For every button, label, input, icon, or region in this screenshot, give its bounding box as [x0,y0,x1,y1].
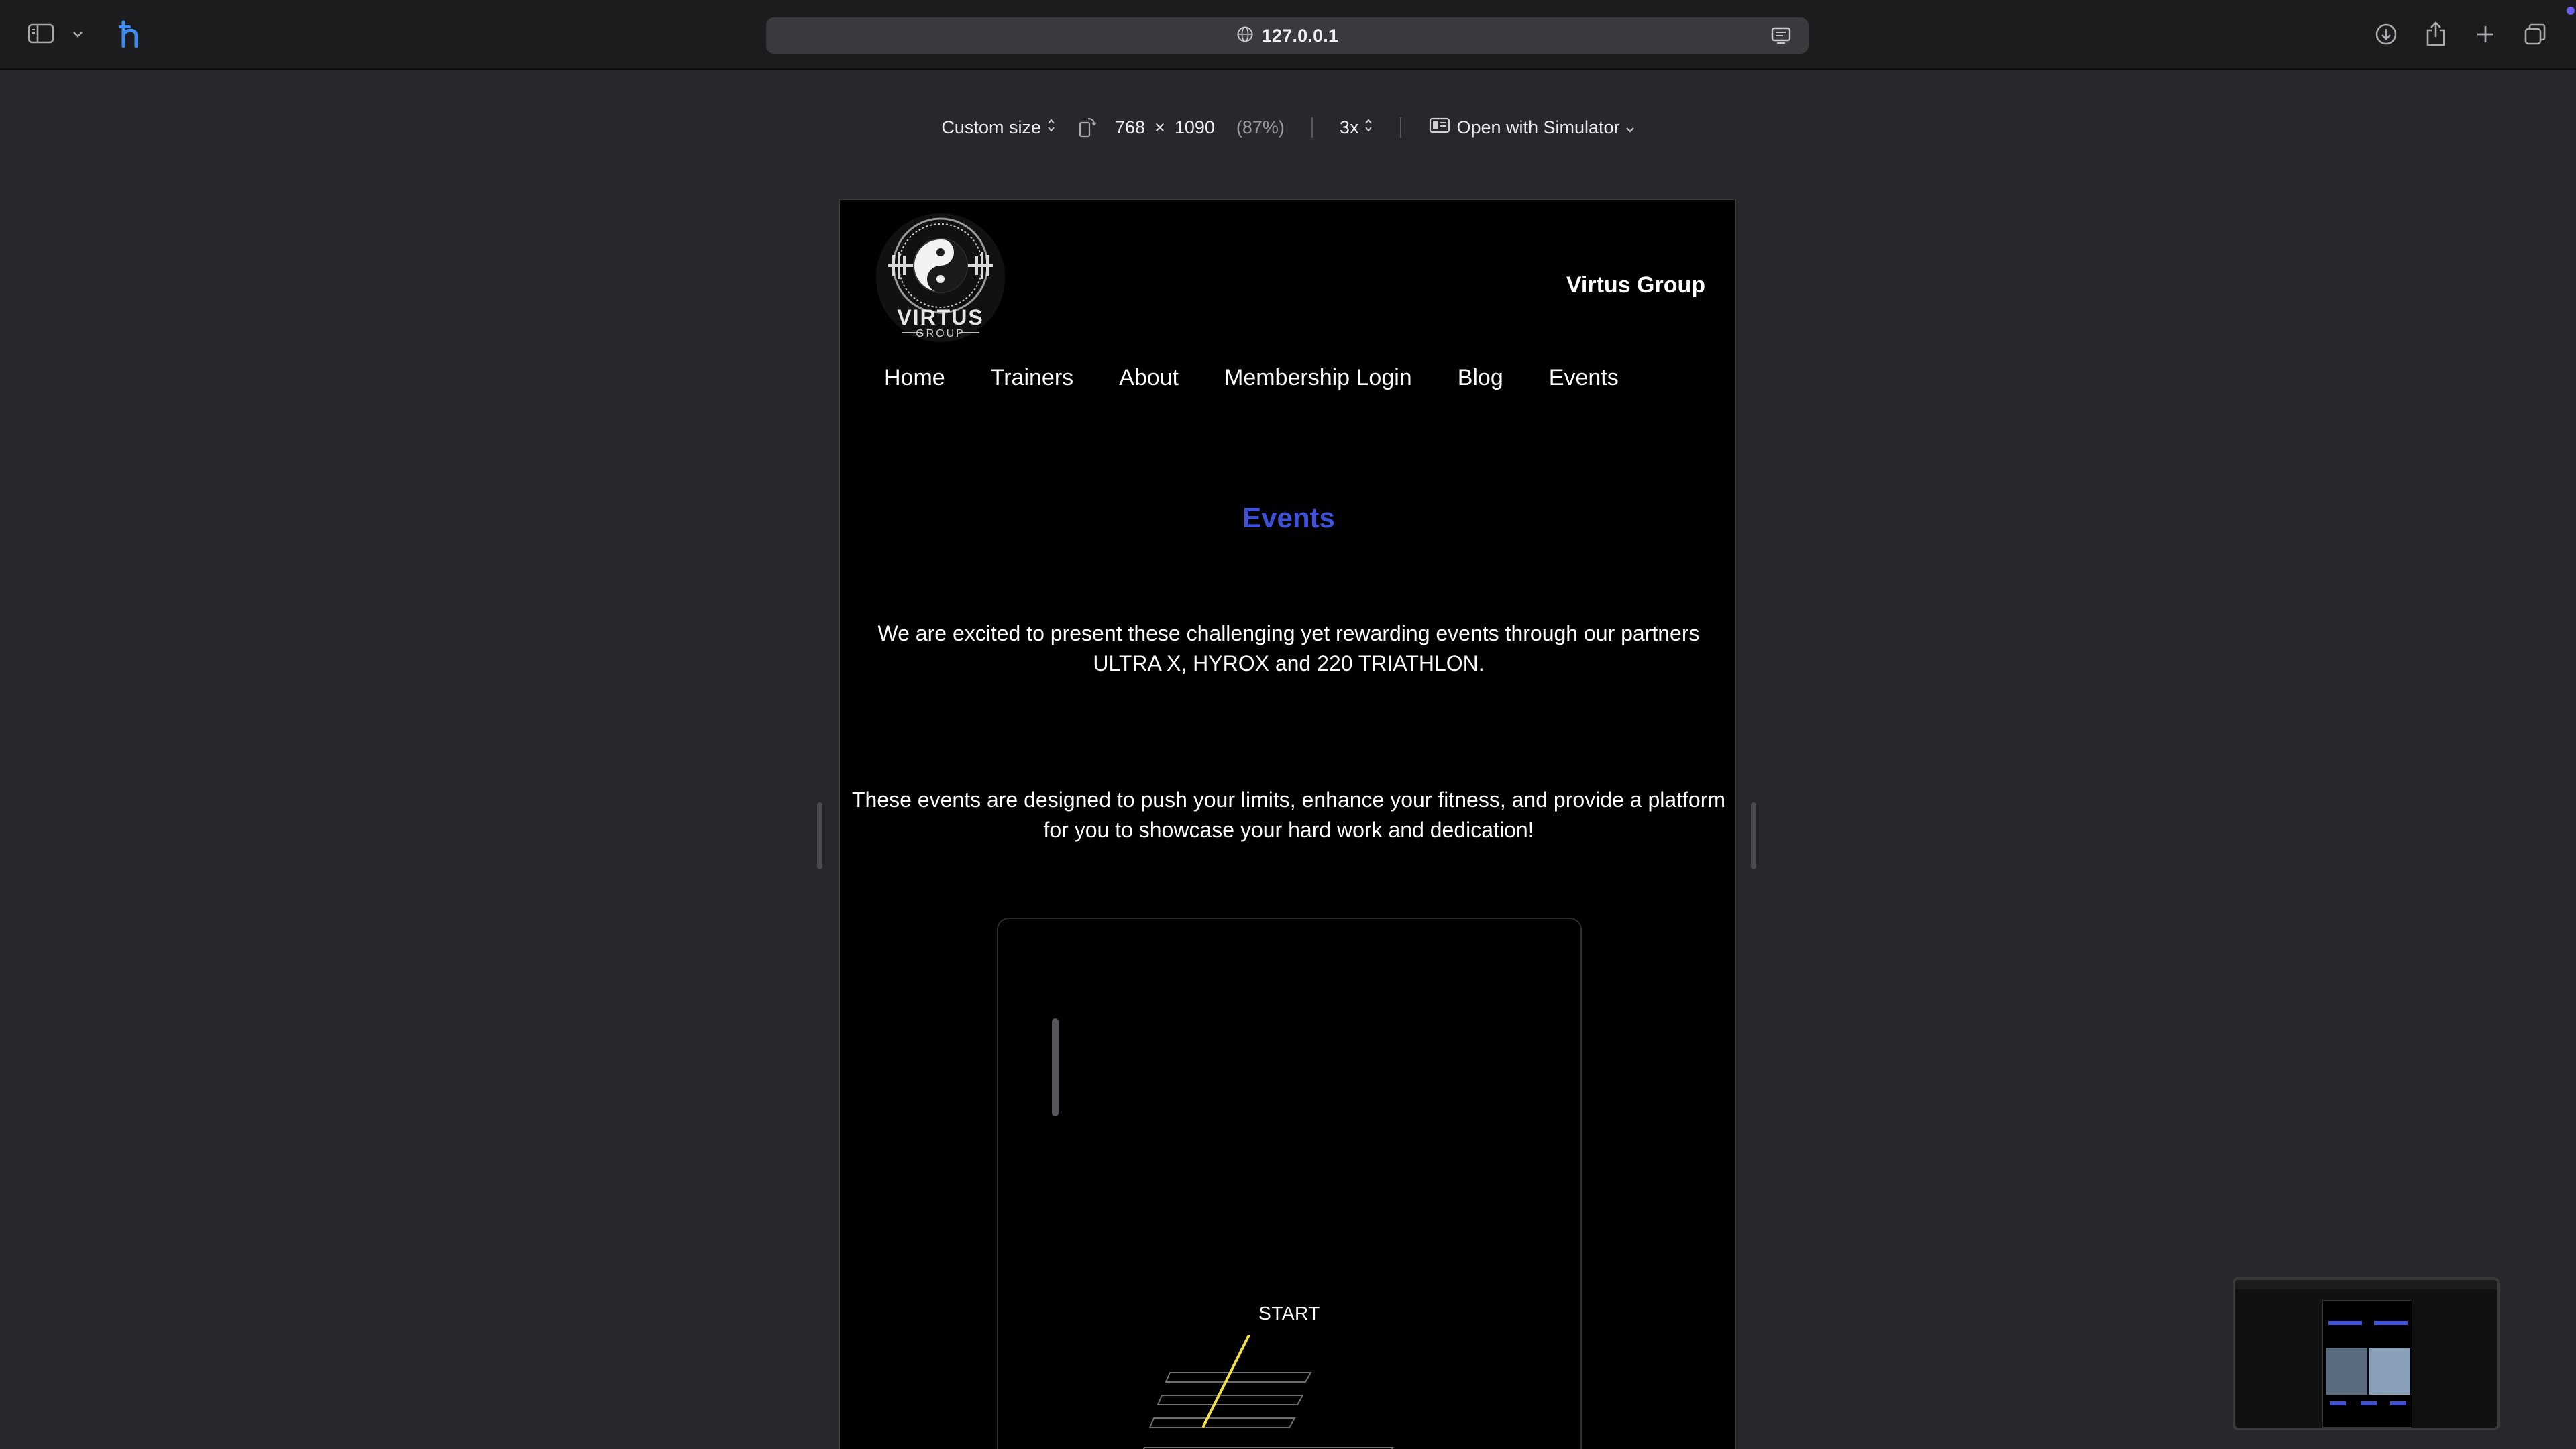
up-down-chevron-icon [1046,117,1056,138]
preview-button [2330,1401,2346,1405]
nav-membership-login[interactable]: Membership Login [1224,365,1412,391]
viewport-dimensions[interactable]: 768 × 1090 (87%) [1115,117,1285,138]
rotate-device-icon[interactable] [1076,117,1097,138]
open-with-simulator-button[interactable]: Open with Simulator [1428,117,1634,139]
resize-handle-right[interactable] [1751,802,1756,869]
device-viewport: VIRTUS GROUP Virtus Group Home Trainers … [839,199,1736,1449]
responsive-design-bar: Custom size 768 × 1090 (87%) 3x Open wit… [0,106,2576,149]
viewport-width: 768 [1114,117,1146,138]
up-down-chevron-icon [1364,117,1373,138]
preview-image [2369,1348,2410,1395]
nav-about[interactable]: About [1119,365,1179,391]
page-title: Events [1242,502,1335,533]
page-preview-thumbnail[interactable] [2233,1277,2500,1430]
events-description: These events are designed to push your l… [851,788,1726,842]
intro-paragraph: We are excited to present these challeng… [877,621,1700,676]
sidebar-icon[interactable] [25,20,56,47]
tab-overview-icon[interactable] [2520,19,2551,50]
zoom-percentage: (87%) [1236,117,1285,138]
address-bar[interactable]: 127.0.0.1 [766,17,1809,54]
pixel-ratio-select[interactable]: 3x [1340,117,1374,138]
url-text: 127.0.0.1 [1261,25,1339,46]
nav-blog[interactable]: Blog [1458,365,1503,391]
browser-toolbar: 127.0.0.1 [0,0,2576,70]
logo-subtext: GROUP [916,328,965,339]
globe-icon [1236,25,1254,46]
nav-home[interactable]: Home [884,365,945,391]
reader-mode-icon[interactable] [1770,25,1794,46]
share-icon[interactable] [2420,19,2451,50]
track-illustration [1142,1335,1394,1449]
preview-button [2361,1401,2377,1405]
brand-name[interactable]: Virtus Group [1566,272,1705,299]
preview-image [2326,1348,2367,1395]
preview-page [2322,1300,2412,1428]
main-nav: Home Trainers About Membership Login Blo… [884,365,1619,391]
preview-button [2390,1401,2406,1405]
site-header: VIRTUS GROUP Virtus Group Home Trainers … [840,200,1735,390]
h-extension-icon[interactable] [115,17,146,51]
nav-events[interactable]: Events [1549,365,1619,391]
virtus-logo[interactable]: VIRTUS GROUP [875,212,1006,343]
preview-toolbar [2235,1280,2497,1289]
download-icon[interactable] [2371,19,2402,50]
size-preset-select[interactable]: Custom size [941,117,1056,138]
simulator-label: Open with Simulator [1456,117,1620,138]
start-label: START [1258,1303,1320,1324]
viewport-scrollbar[interactable] [1052,1018,1059,1116]
simulator-icon [1428,117,1451,139]
preview-button [2374,1321,2408,1325]
preview-button [2328,1321,2362,1325]
pixel-ratio-label: 3x [1339,117,1359,138]
dimension-times: × [1155,117,1165,138]
plus-icon[interactable] [2470,19,2501,50]
size-preset-label: Custom size [941,117,1041,138]
browser-window: 127.0.0.1 Custom size 768 × 1090 (87%) 3… [0,0,2576,1449]
nav-trainers[interactable]: Trainers [991,365,1073,391]
chevron-down-icon [1625,117,1635,138]
logo-text: VIRTUS [897,305,983,329]
divider [1400,117,1402,138]
event-card[interactable]: START [997,918,1582,1449]
viewport-height: 1090 [1174,117,1215,138]
divider [1311,117,1313,138]
chevron-down-icon[interactable] [70,24,86,44]
resize-handle-left[interactable] [817,802,822,869]
notification-dot [2567,7,2575,15]
